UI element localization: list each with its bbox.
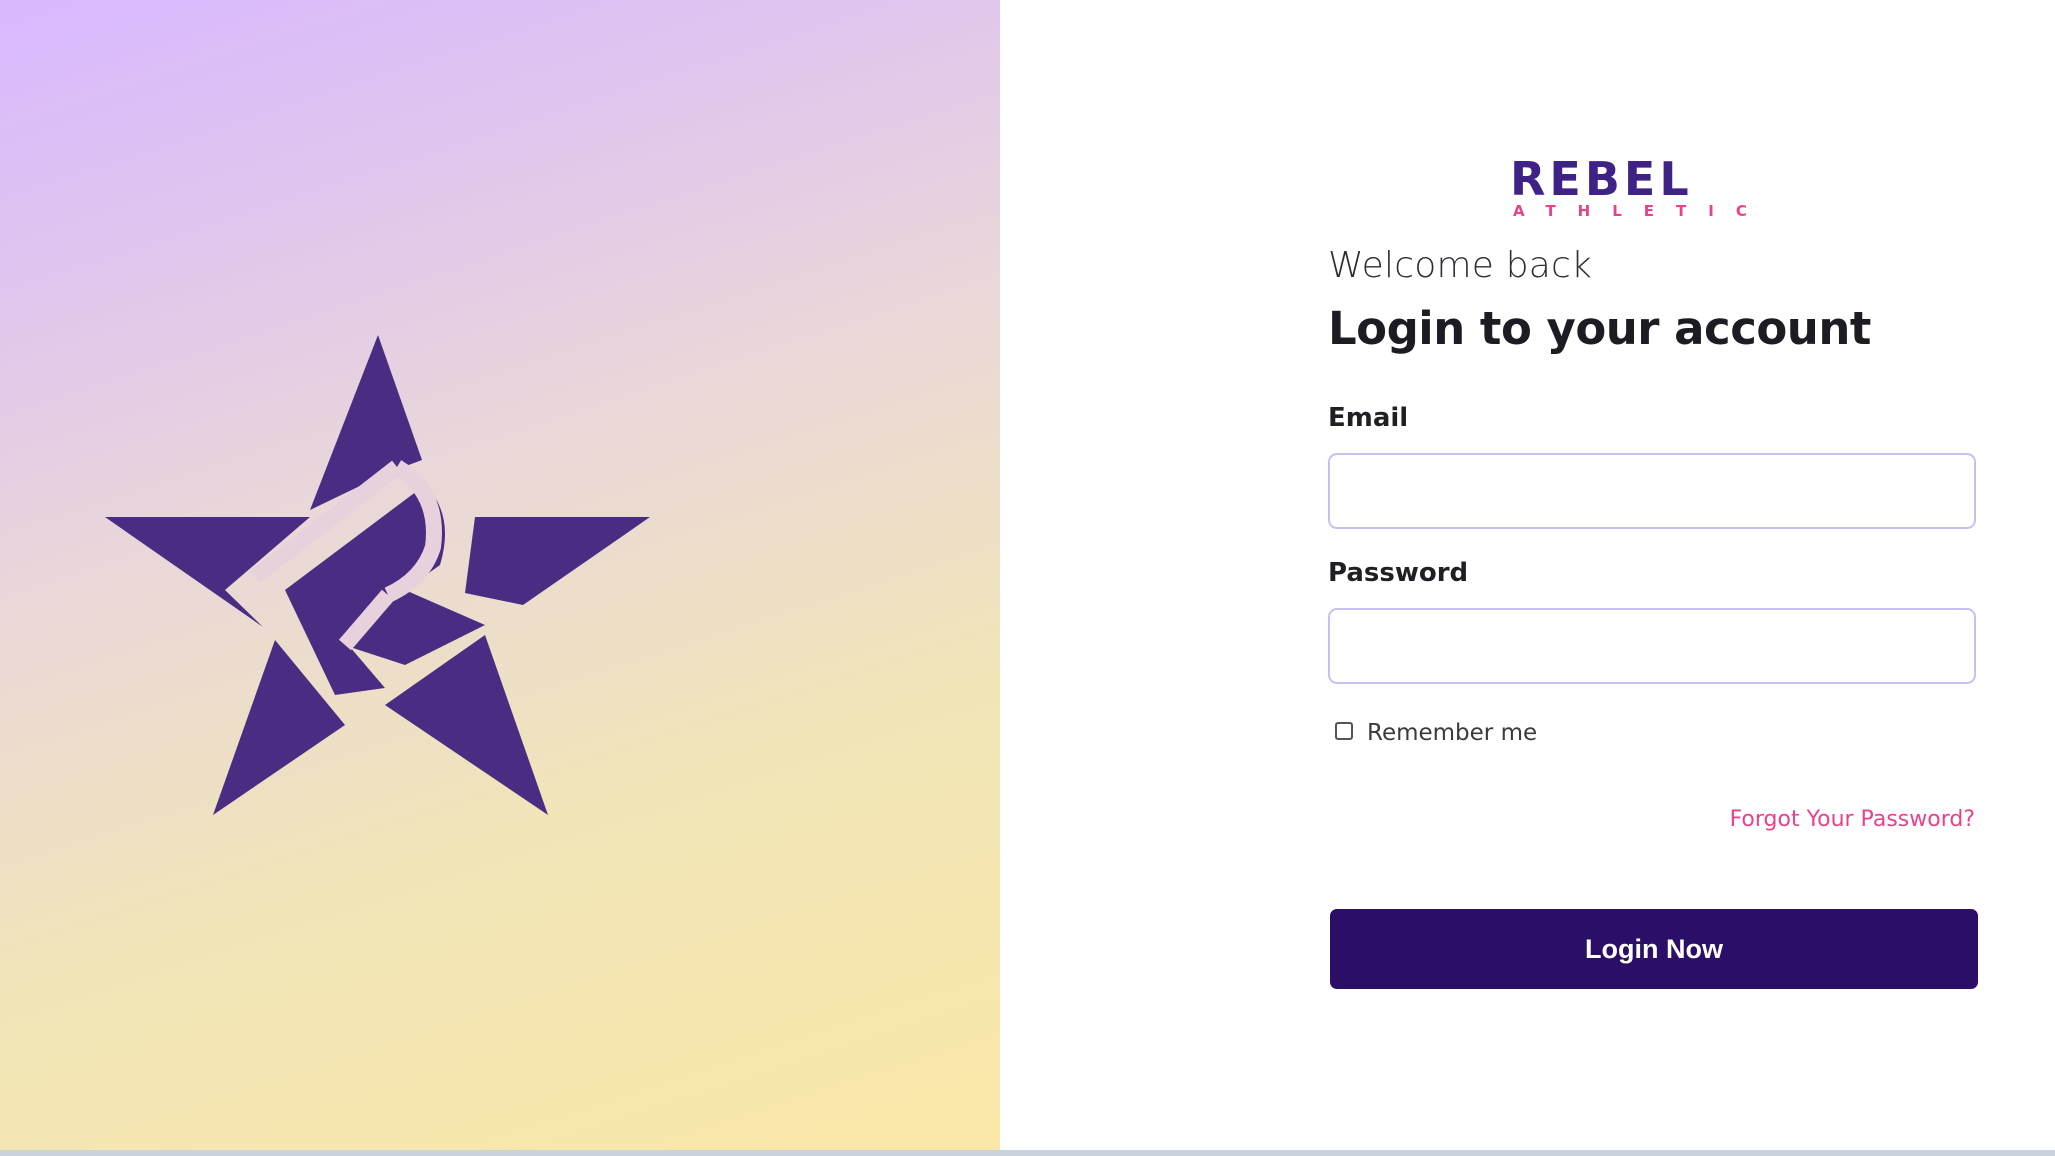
login-page: REBEL ATHLETIC Welcome back Login to you… <box>0 0 2055 1156</box>
remember-me-label: Remember me <box>1367 720 1538 746</box>
remember-me-checkbox[interactable] <box>1335 722 1353 740</box>
password-field[interactable] <box>1328 608 1976 684</box>
forgot-password-link[interactable]: Forgot Your Password? <box>1730 807 1975 832</box>
logo-wordmark: REBEL <box>1510 155 1693 206</box>
rebel-athletic-logo: REBEL ATHLETIC <box>1510 155 1769 217</box>
logo-subtitle: ATHLETIC <box>1513 202 1769 217</box>
login-button[interactable]: Login Now <box>1330 909 1978 989</box>
email-field[interactable] <box>1328 453 1976 529</box>
rebel-star-logo-icon <box>105 335 650 815</box>
hero-panel <box>0 0 1000 1150</box>
page-title: Login to your account <box>1328 302 1871 355</box>
email-label: Email <box>1328 403 1409 433</box>
remember-me-row[interactable]: Remember me <box>1335 720 1537 746</box>
welcome-text: Welcome back <box>1328 245 1593 286</box>
bottom-divider <box>0 1150 2055 1156</box>
password-label: Password <box>1328 558 1469 588</box>
